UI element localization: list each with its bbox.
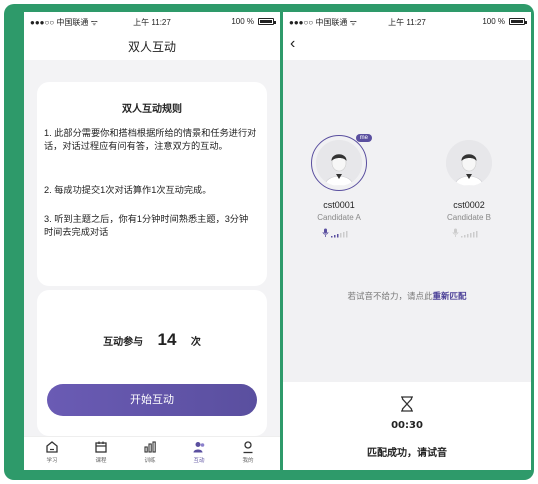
page-title: 双人互动	[127, 40, 176, 54]
match-area: me cst0001 Candidate A cst0002 Candidate…	[283, 60, 531, 382]
tab-label: 课程	[95, 458, 107, 464]
candidate-id: cst0001	[323, 200, 355, 210]
status-bar: ●●●○○ 中国联通 ᯤ 上午 11:27 100 %	[24, 12, 280, 30]
me-badge: me	[355, 134, 372, 142]
timer-area: 00:30 匹配成功，请试音	[283, 382, 531, 470]
participation-count: 14	[157, 330, 177, 349]
user-icon	[243, 441, 253, 454]
rule-item: 3. 听到主题之后，你有1分钟时间熟悉主题，3分钟时间去完成对话	[44, 214, 249, 237]
card-notch	[262, 281, 272, 291]
candidate-card: cst0002 Candidate B	[429, 140, 509, 238]
candidate-card: me cst0001 Candidate A	[299, 134, 379, 238]
avatar	[446, 140, 492, 186]
countdown-timer: 00:30	[391, 420, 423, 431]
participation-unit: 次	[190, 337, 201, 348]
battery-percent: 100 %	[482, 17, 505, 26]
tab-label: 我的	[242, 458, 254, 464]
tab-study[interactable]: 学习	[32, 440, 72, 464]
participation-label: 互动参与	[103, 337, 144, 348]
device-frame: ●●●○○ 中国联通 ᯤ 上午 11:27 100 % 双人互动 双人互动规则 …	[4, 4, 534, 480]
back-arrow-icon[interactable]: ‹	[290, 34, 295, 54]
match-status: 匹配成功，请试音	[367, 448, 447, 459]
tab-bar: 学习 课程 训练 互动 我的	[24, 436, 280, 470]
bar-chart-icon	[144, 441, 156, 453]
retry-hint: 若试音不给力，请点此重新匹配	[283, 290, 531, 302]
rules-title: 双人互动规则	[122, 104, 182, 115]
tab-label: 互动	[193, 458, 205, 464]
tab-label: 学习	[46, 458, 58, 464]
people-icon	[193, 442, 205, 453]
candidate-role: Candidate A	[317, 213, 361, 222]
mic-level	[299, 225, 379, 238]
card-notch	[32, 281, 42, 291]
rule-item: 1. 此部分需要你和搭档根据所给的情景和任务进行对话，对话过程应有问有答，注意双…	[44, 128, 257, 151]
tab-training[interactable]: 训练	[130, 440, 170, 464]
candidate-id: cst0002	[453, 200, 485, 210]
participation-card: 互动参与 14 次 开始互动	[37, 290, 267, 436]
status-bar: ●●●○○ 中国联通 ᯤ 上午 11:27 100 %	[283, 12, 531, 30]
hourglass-wrap	[283, 396, 531, 417]
rule-item: 2. 每成功提交1次对话算作1次互动完成。	[44, 185, 212, 195]
microphone-level-icon	[322, 228, 348, 238]
nav-bar: 双人互动	[24, 30, 280, 60]
battery-icon	[258, 18, 276, 25]
rematch-link[interactable]: 重新匹配	[433, 291, 467, 301]
mic-level	[429, 225, 509, 238]
tab-interaction[interactable]: 互动	[179, 440, 219, 464]
rules-card: 双人互动规则 1. 此部分需要你和搭档根据所给的情景和任务进行对话，对话过程应有…	[37, 82, 267, 286]
participation-row: 互动参与 14 次	[37, 330, 267, 350]
avatar-wrap	[446, 140, 492, 186]
hourglass-icon	[401, 396, 413, 412]
avatar-ring	[311, 135, 367, 191]
home-icon	[46, 441, 58, 453]
battery-percent: 100 %	[231, 17, 254, 26]
match-screen: ●●●○○ 中国联通 ᯤ 上午 11:27 100 % ‹ me cst0001…	[283, 12, 531, 470]
avatar-wrap: me	[311, 134, 372, 191]
microphone-level-icon	[452, 228, 478, 238]
tab-course[interactable]: 课程	[81, 440, 121, 464]
candidate-role: Candidate B	[446, 213, 492, 222]
start-interaction-button[interactable]: 开始互动	[47, 384, 257, 416]
tab-label: 训练	[144, 458, 156, 464]
hint-text: 若试音不给力，请点此	[347, 291, 433, 301]
interaction-screen: ●●●○○ 中国联通 ᯤ 上午 11:27 100 % 双人互动 双人互动规则 …	[24, 12, 280, 470]
battery-icon	[509, 18, 527, 25]
nav-bar: ‹	[283, 30, 531, 60]
calendar-icon	[95, 441, 107, 453]
tab-mine[interactable]: 我的	[228, 440, 268, 464]
